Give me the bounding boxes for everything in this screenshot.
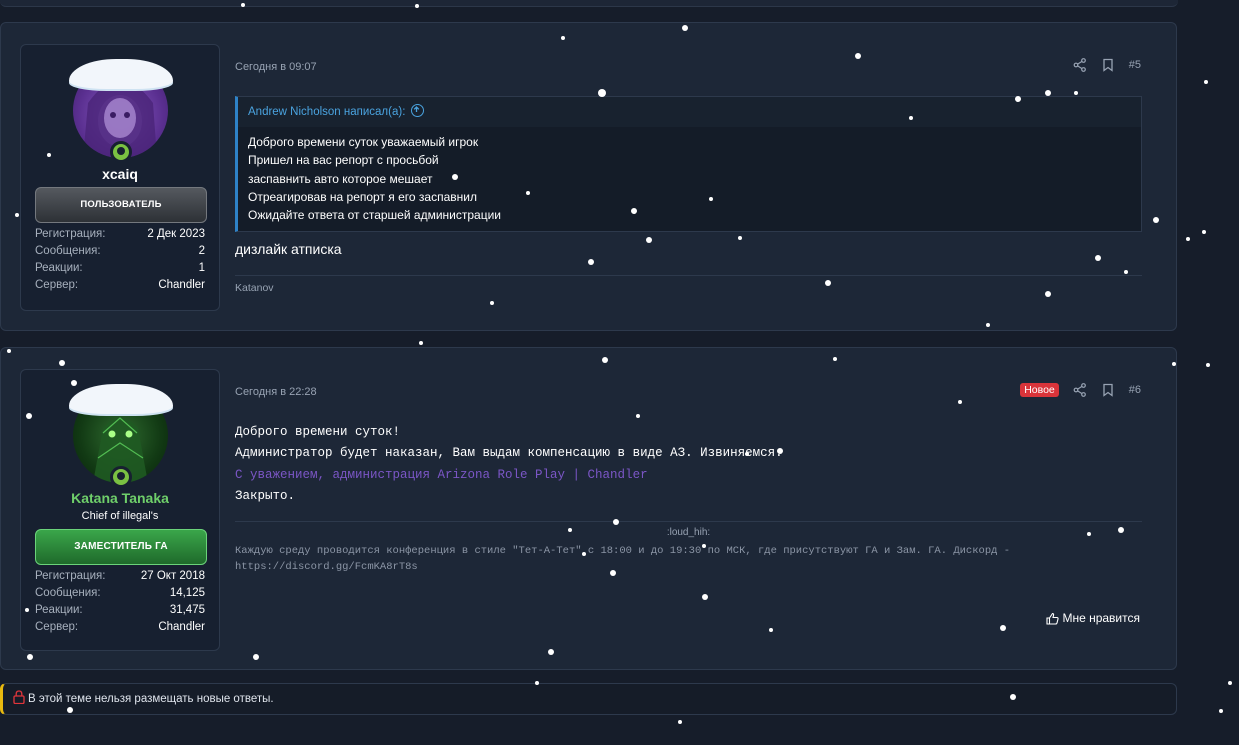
signature: Каждую среду проводится конференция в ст… <box>235 543 1142 575</box>
user-stats: Регистрация: 27 Окт 2018 Сообщения: 14,1… <box>35 568 205 636</box>
like-label[interactable]: Мне нравится <box>1062 611 1140 625</box>
stat-label: Регистрация: <box>35 228 106 240</box>
user-title: Chief of illegal's <box>81 510 159 522</box>
share-icon[interactable] <box>1073 58 1087 72</box>
stat-value: 2 Дек 2023 <box>147 228 205 240</box>
lock-icon <box>13 690 25 704</box>
message-post: xcaiq ПОЛЬЗОВАТЕЛЬ Регистрация: 2 Дек 20… <box>0 22 1177 331</box>
signature: Katanov <box>235 282 274 294</box>
snowflake <box>678 720 682 724</box>
username[interactable]: xcaiq <box>21 166 219 182</box>
post-number-link[interactable]: #6 <box>1129 384 1141 396</box>
arrow-up-circle-icon[interactable] <box>411 104 425 117</box>
quote-line: Доброго времени суток уважаемый игрок <box>248 135 479 149</box>
snowflake <box>1202 230 1206 234</box>
stat-value: 27 Окт 2018 <box>140 570 205 582</box>
new-badge: Новое <box>1020 383 1059 397</box>
signature-divider <box>235 275 1142 276</box>
post-text: Доброго времени суток! Администратор буд… <box>235 422 783 507</box>
snowflake <box>419 341 423 345</box>
snowflake <box>1204 80 1208 84</box>
previous-post-edge <box>0 0 1178 7</box>
stat-label: Реакции: <box>35 604 83 616</box>
post-text: дизлайк атписка <box>235 241 342 257</box>
bookmark-icon[interactable] <box>1101 58 1115 72</box>
post-actions: #5 <box>1073 58 1141 72</box>
post-line: Администратор будет наказан, Вам выдам к… <box>235 446 783 461</box>
user-rank-badge: ЗАМЕСТИТЕЛЬ ГА <box>35 529 207 565</box>
stat-label: Сообщения: <box>35 587 101 599</box>
share-icon[interactable] <box>1073 383 1087 397</box>
message-post: Katana Tanaka Chief of illegal's ЗАМЕСТИ… <box>0 347 1177 670</box>
stat-value: Chandler <box>158 279 205 291</box>
signature-emoji: :loud_hih: <box>666 527 711 538</box>
locked-notice-text: В этой теме нельзя размещать новые ответ… <box>28 693 274 705</box>
stat-value: Chandler <box>158 621 205 633</box>
signature-link[interactable]: https://discord.gg/FcmKA8rT8s <box>235 559 1142 575</box>
quote-line: Пришел на вас репорт с просьбой <box>248 153 439 168</box>
quote-block: Andrew Nicholson написал(а): Доброго вре… <box>235 96 1142 232</box>
bookmark-icon[interactable] <box>1101 383 1115 397</box>
quote-author[interactable]: Andrew Nicholson написал(а): <box>248 106 405 118</box>
snowflake <box>1206 363 1210 367</box>
stat-label: Сообщения: <box>35 245 101 257</box>
quote-line: заспавнить авто которое мешает <box>248 171 433 186</box>
stat-value: 2 <box>198 245 205 257</box>
snow-cap-decoration <box>69 384 173 414</box>
username[interactable]: Katana Tanaka <box>21 490 219 506</box>
signature-line: Каждую среду проводится конференция в ст… <box>235 545 1011 557</box>
online-status-icon <box>110 466 132 488</box>
quote-header[interactable]: Andrew Nicholson написал(а): <box>238 97 1141 127</box>
user-rank-badge: ПОЛЬЗОВАТЕЛЬ <box>35 187 207 223</box>
post-line: Доброго времени суток! <box>235 425 401 439</box>
stat-row: Сообщения: 14,125 <box>35 585 205 602</box>
stat-row: Реакции: 31,475 <box>35 602 205 619</box>
post-line-regards: С уважением, администрация Arizona Role … <box>235 467 648 482</box>
like-button[interactable]: Мне нравится <box>1046 611 1140 625</box>
post-actions: Новое #6 <box>1020 383 1141 397</box>
post-line: Закрыто. <box>235 488 296 503</box>
quote-body: Доброго времени суток уважаемый игрок Пр… <box>238 127 1141 224</box>
online-status-icon <box>110 141 132 163</box>
stat-label: Сервер: <box>35 621 79 633</box>
stat-row: Сервер: Chandler <box>35 619 205 636</box>
snowflake <box>1228 681 1232 685</box>
user-card: Katana Tanaka Chief of illegal's ЗАМЕСТИ… <box>20 369 220 651</box>
user-stats: Регистрация: 2 Дек 2023 Сообщения: 2 Реа… <box>35 226 205 294</box>
post-number-link[interactable]: #5 <box>1129 59 1141 71</box>
stat-row: Сервер: Chandler <box>35 277 205 294</box>
stat-value: 31,475 <box>169 604 205 616</box>
stat-row: Сообщения: 2 <box>35 243 205 260</box>
stat-value: 14,125 <box>169 587 205 599</box>
post-date[interactable]: Сегодня в 09:07 <box>235 61 317 73</box>
user-card: xcaiq ПОЛЬЗОВАТЕЛЬ Регистрация: 2 Дек 20… <box>20 44 220 311</box>
signature-divider <box>235 521 1142 522</box>
stat-row: Реакции: 1 <box>35 260 205 277</box>
stat-value: 1 <box>198 262 205 274</box>
stat-label: Регистрация: <box>35 570 106 582</box>
snow-cap-decoration <box>69 59 173 89</box>
stat-label: Сервер: <box>35 279 79 291</box>
stat-label: Реакции: <box>35 262 83 274</box>
snowflake <box>1219 709 1223 713</box>
thread-locked-notice: В этой теме нельзя размещать новые ответ… <box>0 683 1177 715</box>
stat-row: Регистрация: 27 Окт 2018 <box>35 568 205 585</box>
quote-line: Ожидайте ответа от старшей администрации <box>248 208 501 223</box>
post-date[interactable]: Сегодня в 22:28 <box>235 386 317 398</box>
thumbs-up-icon <box>1046 612 1060 625</box>
quote-line: Отреагировав на репорт я его заспавнил <box>248 189 477 204</box>
stat-row: Регистрация: 2 Дек 2023 <box>35 226 205 243</box>
snowflake <box>1186 237 1190 241</box>
